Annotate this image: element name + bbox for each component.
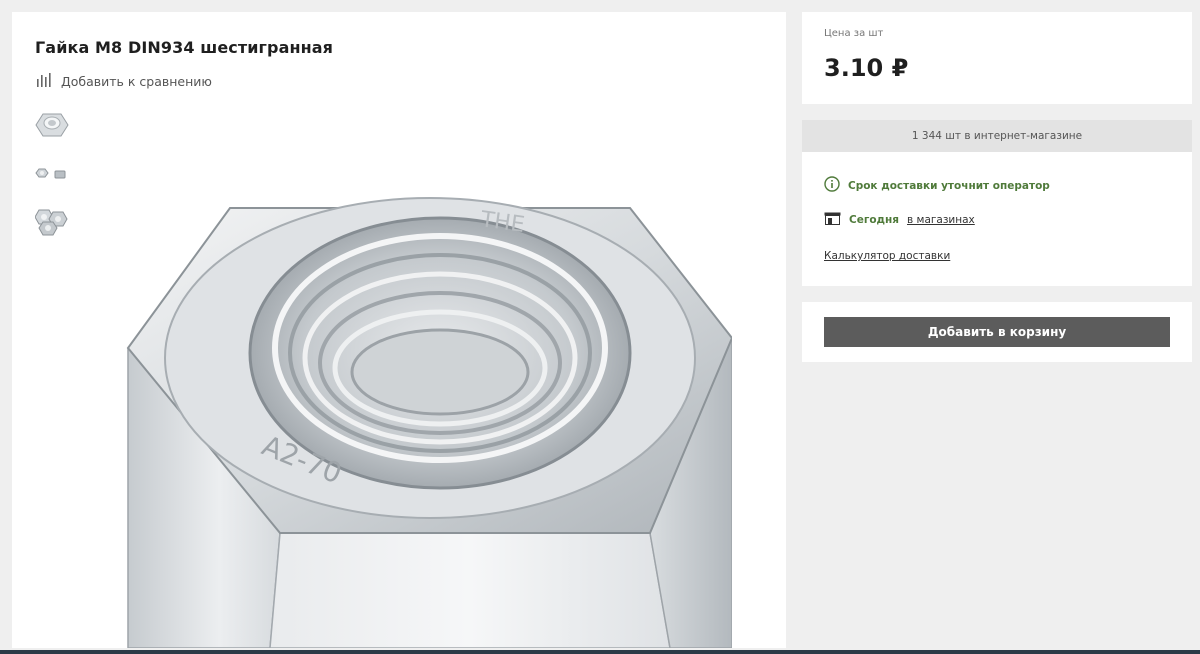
product-card: Гайка М8 DIN934 шестигранная Добавить к … bbox=[12, 12, 786, 648]
delivery-calculator-link[interactable]: Калькулятор доставки bbox=[824, 250, 950, 262]
thumbnail-1[interactable] bbox=[34, 108, 70, 142]
add-to-cart-button[interactable]: Добавить в корзину bbox=[824, 317, 1170, 347]
compare-label: Добавить к сравнению bbox=[61, 74, 212, 89]
stores-info: Сегодня в магазинах bbox=[824, 212, 975, 228]
stores-link[interactable]: в магазинах bbox=[907, 214, 975, 226]
price-card: Цена за шт 3.10 ₽ bbox=[802, 12, 1192, 104]
cart-card: Добавить в корзину bbox=[802, 302, 1192, 362]
thumbnail-list bbox=[34, 108, 70, 252]
info-circle-icon bbox=[824, 176, 840, 195]
store-icon bbox=[824, 212, 841, 228]
stores-prefix: Сегодня bbox=[849, 214, 900, 226]
compare-bars-icon bbox=[36, 72, 53, 91]
price-label: Цена за шт bbox=[824, 28, 884, 39]
price-value: 3.10 ₽ bbox=[824, 54, 909, 82]
product-main-image[interactable]: THE A2-70 bbox=[110, 188, 734, 648]
thumbnail-2[interactable] bbox=[34, 156, 70, 190]
delivery-info: Срок доставки уточнит оператор bbox=[824, 176, 1050, 195]
page-title: Гайка М8 DIN934 шестигранная bbox=[35, 38, 334, 57]
delivery-text: Срок доставки уточнит оператор bbox=[848, 179, 1050, 192]
taskbar-edge bbox=[0, 650, 1200, 654]
thumbnail-3[interactable] bbox=[34, 204, 70, 238]
add-to-compare-link[interactable]: Добавить к сравнению bbox=[36, 72, 212, 91]
availability-card: 1 344 шт в интернет-магазине Срок достав… bbox=[802, 120, 1192, 286]
stock-status: 1 344 шт в интернет-магазине bbox=[802, 120, 1192, 152]
